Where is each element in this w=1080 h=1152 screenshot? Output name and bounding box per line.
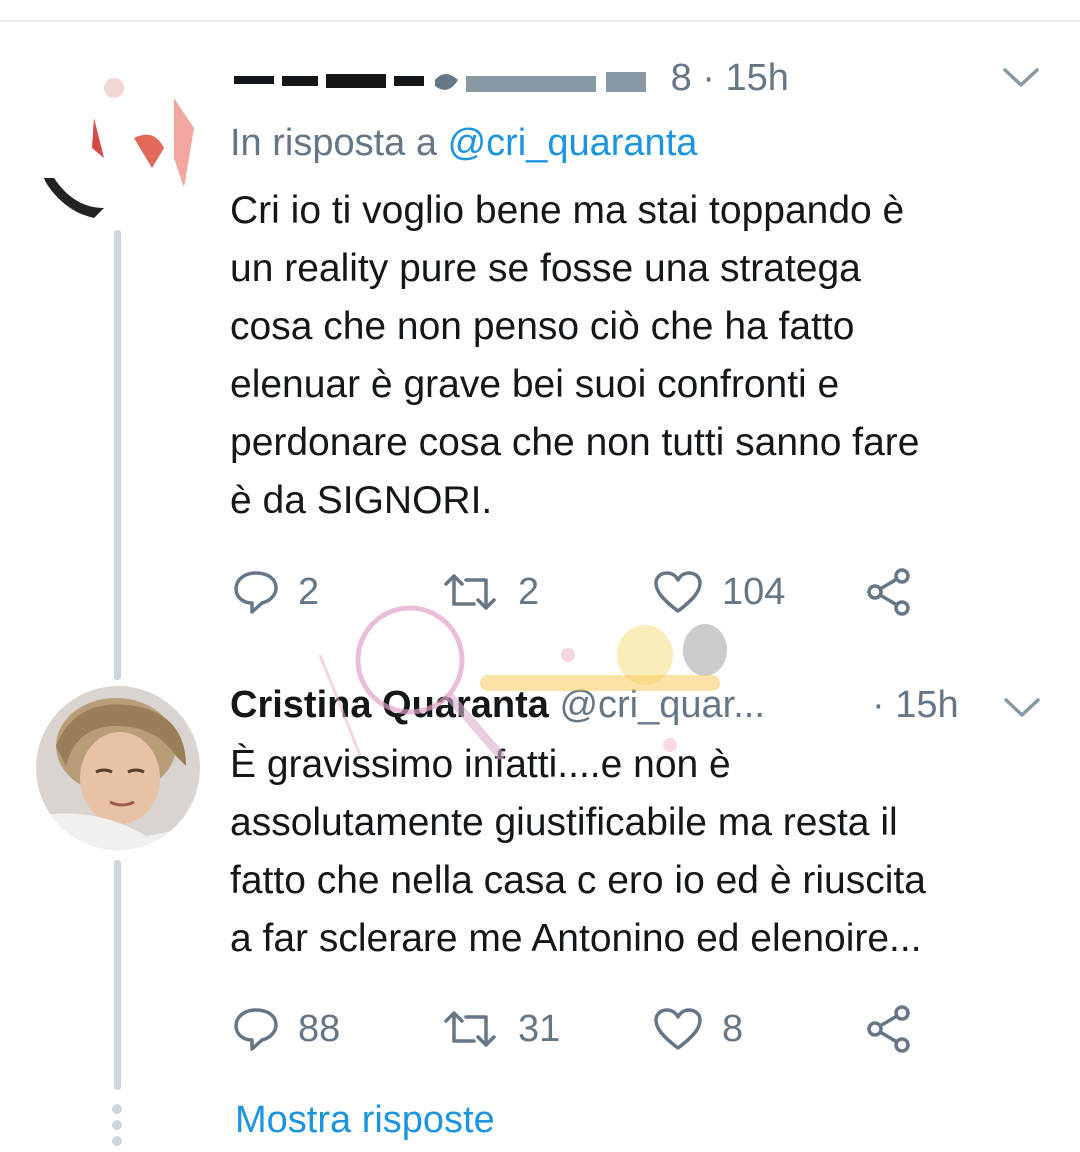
share-icon: [864, 1004, 914, 1054]
share-icon: [864, 567, 914, 617]
user-handle[interactable]: @cri_quar...: [559, 684, 764, 726]
avatar[interactable]: [34, 58, 198, 222]
reply-prefix: In risposta a: [230, 122, 448, 164]
reply-context: In risposta a @cri_quaranta: [230, 121, 697, 165]
thread-line: [114, 230, 121, 680]
more-replies-dots: [111, 1104, 123, 1152]
reply-icon: [232, 569, 280, 615]
share-button[interactable]: [864, 1004, 914, 1054]
top-divider: [0, 0, 1080, 22]
retweet-icon: [440, 570, 500, 614]
like-icon: [652, 1006, 704, 1052]
show-replies-link[interactable]: Mostra risposte: [235, 1098, 495, 1142]
retweet-count: 31: [518, 1007, 561, 1050]
like-button[interactable]: 8: [652, 1004, 743, 1054]
reply-count: 2: [298, 570, 320, 613]
retweet-button[interactable]: 31: [440, 1004, 560, 1054]
like-button[interactable]: 104: [652, 567, 785, 617]
reply-handle-link[interactable]: @cri_quaranta: [448, 122, 698, 164]
timestamp[interactable]: · 15h: [872, 683, 959, 727]
timestamp[interactable]: · 15h: [702, 57, 789, 99]
reply-icon: [232, 1006, 280, 1052]
like-count: 104: [722, 570, 786, 613]
like-count: 8: [722, 1007, 744, 1050]
tweet1-header: 8 · 15h: [230, 56, 789, 102]
handle-fragment: 8: [670, 57, 692, 99]
thread-line: [114, 860, 121, 1090]
share-button[interactable]: [864, 567, 914, 617]
avatar[interactable]: [36, 686, 200, 850]
tweet1-actions: 2 2 104: [232, 567, 932, 617]
retweet-count: 2: [518, 570, 540, 613]
chevron-down-icon[interactable]: [1002, 66, 1040, 95]
tweet2-text: È gravissimo infatti....e non è assoluta…: [230, 743, 926, 960]
display-name[interactable]: Cristina Quaranta: [230, 684, 549, 726]
retweet-button[interactable]: 2: [440, 567, 539, 617]
tweet2-actions: 88 31 8: [232, 1004, 932, 1054]
obscured-username: [230, 57, 671, 99]
like-icon: [652, 569, 704, 615]
reply-count: 88: [298, 1007, 341, 1050]
tweet1-text: Cri io ti voglio bene ma stai toppando è…: [230, 189, 920, 522]
retweet-icon: [440, 1007, 500, 1051]
chevron-down-icon[interactable]: [1003, 696, 1041, 725]
reply-button[interactable]: 2: [232, 567, 319, 617]
tweet2-header: Cristina Quaranta @cri_quar...: [230, 683, 765, 727]
reply-button[interactable]: 88: [232, 1004, 340, 1054]
